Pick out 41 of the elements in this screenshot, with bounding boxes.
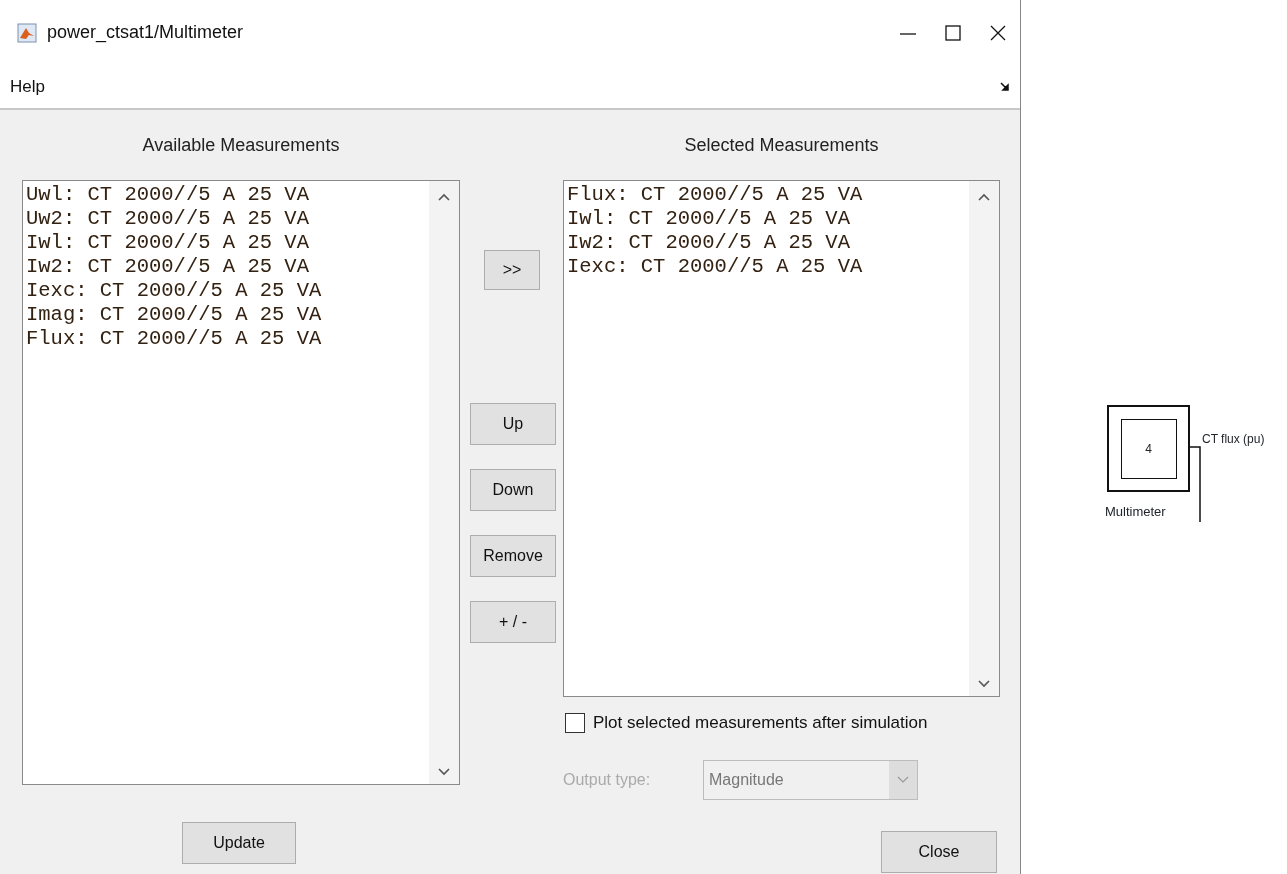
checkbox-label: Plot selected measurements after simulation	[593, 712, 928, 734]
add-button[interactable]: >>	[484, 250, 540, 290]
update-button[interactable]: Update	[182, 822, 296, 864]
scroll-down-icon[interactable]	[438, 768, 450, 776]
list-item[interactable]: Iwl: CT 2000//5 A 25 VA	[26, 231, 429, 255]
multimeter-block[interactable]: 4	[1107, 405, 1190, 492]
block-name: Multimeter	[1105, 503, 1166, 521]
maximize-icon[interactable]	[942, 22, 963, 43]
list-title: Available Measurements	[141, 134, 341, 157]
list-item[interactable]: Flux: CT 2000//5 A 25 VA	[26, 327, 429, 351]
scrollbar[interactable]	[969, 181, 999, 696]
list-order-button[interactable]: Remove	[470, 535, 556, 577]
list-order-button[interactable]: Down	[470, 469, 556, 511]
list-item[interactable]: Uw2: CT 2000//5 A 25 VA	[26, 207, 429, 231]
app-icon	[17, 22, 37, 43]
scroll-down-icon[interactable]	[978, 680, 990, 688]
close-button[interactable]: Close	[881, 830, 997, 873]
list-item[interactable]: Uwl: CT 2000//5 A 25 VA	[26, 183, 429, 207]
block-value: 4	[1145, 440, 1152, 458]
list-order-button[interactable]: Up	[470, 403, 556, 445]
list-item[interactable]: Iexc: CT 2000//5 A 25 VA	[26, 279, 429, 303]
list-item[interactable]: Imag: CT 2000//5 A 25 VA	[26, 303, 429, 327]
available-list[interactable]: Uwl: CT 2000//5 A 25 VA Uw2: CT 2000//5 A 25 VA Iwl: CT 2000//5 A 25 VA Iw2: CT 2000//5 A 25 VA Iexc: CT 2000//5 A 25 VA Imag: CT 2000//5 A 25 VA Flux: CT 2000//5 A 25 VA	[22, 180, 460, 785]
list-item[interactable]: Iw2: CT 2000//5 A 25 VA	[26, 255, 429, 279]
window-title: power_ctsat1/Multimeter	[47, 21, 244, 45]
selected-list[interactable]: Flux: CT 2000//5 A 25 VA Iwl: CT 2000//5 A 25 VA Iw2: CT 2000//5 A 25 VA Iexc: CT 2000//5 A 25 VA	[563, 180, 1000, 697]
scroll-up-icon[interactable]	[978, 193, 990, 201]
list-item[interactable]: Iwl: CT 2000//5 A 25 VA	[567, 207, 969, 231]
list-item[interactable]: Iexc: CT 2000//5 A 25 VA	[567, 255, 969, 279]
list-order-button[interactable]: + / -	[470, 601, 556, 643]
scrollbar[interactable]	[429, 181, 459, 784]
caret-icon	[896, 774, 910, 785]
list-item[interactable]: Flux: CT 2000//5 A 25 VA	[567, 183, 969, 207]
scroll-up-icon[interactable]	[438, 193, 450, 201]
checkbox[interactable]	[565, 712, 585, 733]
signal-label: CT flux (pu)	[1202, 431, 1265, 448]
list-title: Selected Measurements	[683, 134, 880, 157]
arrow-icon[interactable]	[1000, 81, 1010, 92]
list-item[interactable]: Iw2: CT 2000//5 A 25 VA	[567, 231, 969, 255]
field-label: Output type:	[563, 769, 652, 790]
menu-item[interactable]: Help	[10, 73, 45, 100]
